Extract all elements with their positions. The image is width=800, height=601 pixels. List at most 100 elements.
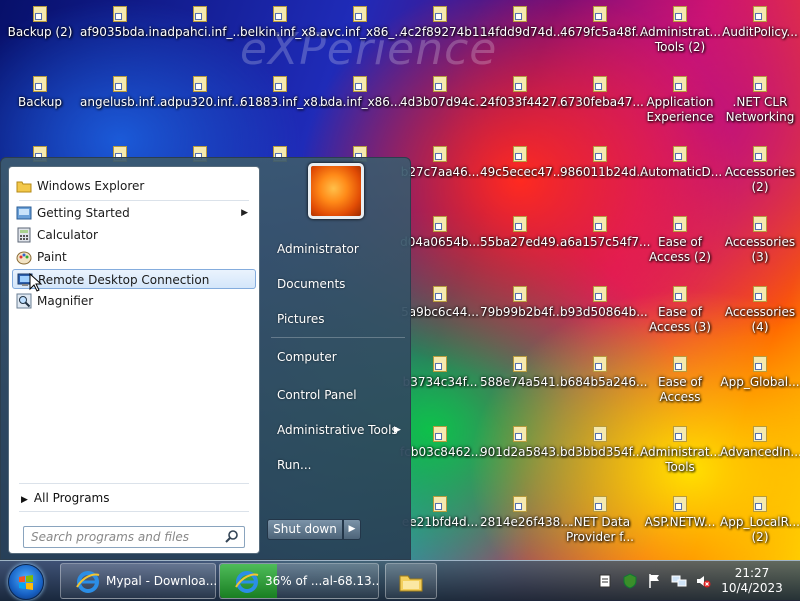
action-center-icon[interactable] (597, 573, 613, 589)
ie-icon (235, 571, 259, 593)
desktop-shortcut[interactable]: 49c5ecec47... (480, 146, 564, 180)
desktop-shortcut[interactable]: 986011b24d... (560, 146, 648, 180)
all-programs-button[interactable]: ▶ All Programs (21, 491, 110, 505)
desktop-shortcut[interactable]: 61883.inf_x8... (240, 76, 329, 110)
desktop-shortcut[interactable]: b93d50864b... (560, 286, 648, 320)
desktop-shortcut[interactable]: .NET Data Provider f... (560, 496, 640, 545)
program-calculator[interactable]: Calculator (12, 225, 256, 245)
shortcut-icon (33, 76, 47, 92)
shortcut-icon (433, 426, 447, 442)
desktop-shortcut[interactable]: 2814e26f438... (480, 496, 572, 530)
ie-icon (76, 571, 100, 593)
user-avatar[interactable] (308, 163, 364, 219)
desktop-shortcut[interactable]: b27c7aa46... (400, 146, 480, 180)
desktop-shortcut[interactable]: adpu320.inf... (160, 76, 243, 110)
shortcut-icon (753, 496, 767, 512)
link-computer[interactable]: Computer (277, 350, 337, 364)
program-windows-explorer[interactable]: Windows Explorer (12, 176, 256, 196)
security-icon[interactable] (622, 573, 638, 589)
desktop-shortcut[interactable]: Administrat... Tools (640, 426, 721, 475)
desktop-shortcut[interactable]: bd3bbd354f... (560, 426, 643, 460)
desktop-shortcut[interactable]: Administrat... Tools (2) (640, 6, 721, 55)
desktop-shortcut[interactable]: Ease of Access (640, 356, 720, 405)
desktop-shortcut[interactable]: AdvancedIn... (720, 426, 800, 460)
program-paint[interactable]: Paint (12, 247, 256, 267)
taskbar-button-mypal[interactable]: Mypal - Downloa... (60, 563, 217, 599)
system-clock[interactable]: 21:27 10/4/2023 (716, 566, 788, 596)
desktop-shortcut[interactable]: 79b99b2b4f... (480, 286, 563, 320)
shortcut-icon (273, 6, 287, 22)
start-button[interactable] (8, 564, 44, 600)
program-remote-desktop-connection[interactable]: Remote Desktop Connection (12, 269, 256, 289)
shortcut-icon (593, 76, 607, 92)
desktop-shortcut[interactable]: belkin.inf_x8... (240, 6, 327, 40)
desktop-shortcut[interactable]: 4c2f89274b1... (400, 6, 491, 40)
desktop-shortcut[interactable]: Ease of Access (3) (640, 286, 720, 335)
divider (19, 483, 249, 484)
shortcut-label: b684b5a246... (560, 375, 648, 389)
link-administrative-tools[interactable]: Administrative Tools (277, 423, 398, 437)
link-run[interactable]: Run... (277, 458, 311, 472)
program-magnifier[interactable]: Magnifier (12, 291, 256, 311)
desktop-shortcut[interactable]: 4679fc5a48f... (560, 6, 646, 40)
desktop-shortcut[interactable]: 5a9bc6c44... (400, 286, 480, 320)
shortcut-icon (753, 6, 767, 22)
desktop-shortcut[interactable]: Accessories (4) (720, 286, 800, 335)
shortcut-label: 588e74a541... (480, 375, 568, 389)
desktop-shortcut[interactable]: ee21bfd4d... (400, 496, 480, 530)
desktop-shortcut[interactable]: ASP.NETW... (640, 496, 720, 530)
desktop-shortcut[interactable]: Backup (0, 76, 80, 110)
desktop-shortcut[interactable]: Ease of Access (2) (640, 216, 720, 265)
desktop-shortcut[interactable]: App_Global... (720, 356, 800, 390)
shutdown-options-button[interactable]: ▶ (343, 519, 361, 540)
desktop-shortcut[interactable]: AuditPolicy... (720, 6, 800, 40)
desktop-shortcut[interactable]: angelusb.inf... (80, 76, 165, 110)
windows-logo-icon (19, 575, 33, 590)
shortcut-icon (513, 146, 527, 162)
desktop-shortcut[interactable]: AutomaticD... (640, 146, 722, 180)
taskbar-button-download[interactable]: 36% of ...al-68.13.... (219, 563, 379, 599)
desktop-shortcut[interactable]: Accessories (3) (720, 216, 800, 265)
link-documents[interactable]: Documents (277, 277, 345, 291)
desktop-shortcut[interactable]: Backup (2) (0, 6, 80, 40)
desktop-shortcut[interactable]: Application Experience (640, 76, 720, 125)
start-menu-programs-pane: Windows Explorer Getting Started ▶ Calcu… (8, 166, 260, 554)
submenu-arrow-icon: ▶ (241, 208, 248, 218)
search-icon[interactable] (224, 529, 240, 545)
desktop-shortcut[interactable]: Accessories (2) (720, 146, 800, 195)
shortcut-icon (673, 426, 687, 442)
shutdown-button[interactable]: Shut down (267, 519, 343, 540)
shortcut-icon (513, 286, 527, 302)
shortcut-label: 6730feba47... (560, 95, 644, 109)
taskbar-button-explorer[interactable] (385, 563, 437, 599)
network-icon[interactable] (671, 573, 687, 589)
search-programs-input[interactable]: Search programs and files (23, 526, 245, 548)
program-getting-started[interactable]: Getting Started ▶ (12, 203, 256, 223)
desktop-shortcut[interactable]: 24f033f4427... (480, 76, 569, 110)
shortcut-label: .NET Data Provider f... (565, 515, 634, 544)
desktop-shortcut[interactable]: bda.inf_x86... (320, 76, 401, 110)
desktop-shortcut[interactable]: 588e74a541... (480, 356, 568, 390)
shortcut-label: angelusb.inf... (80, 95, 165, 109)
flag-icon[interactable] (647, 573, 663, 589)
desktop-shortcut[interactable]: fcb03c8462... (400, 426, 482, 460)
desktop-shortcut[interactable]: b3734c34f... (400, 356, 480, 390)
link-pictures[interactable]: Pictures (277, 312, 325, 326)
desktop-shortcut[interactable]: adpahci.inf_... (160, 6, 244, 40)
link-control-panel[interactable]: Control Panel (277, 388, 357, 402)
desktop-shortcut[interactable]: 901d2a5843... (480, 426, 568, 460)
desktop-shortcut[interactable]: b684b5a246... (560, 356, 648, 390)
desktop-shortcut[interactable]: 55ba27ed49... (480, 216, 567, 250)
shortcut-label: .NET CLR Networking (725, 95, 795, 124)
desktop-shortcut[interactable]: d04a0654b... (400, 216, 480, 250)
desktop-shortcut[interactable]: 14fdd9d74d... (480, 6, 564, 40)
desktop-shortcut[interactable]: 4d3b07d94c... (400, 76, 487, 110)
desktop-shortcut[interactable]: 6730feba47... (560, 76, 644, 110)
desktop-shortcut[interactable]: .NET CLR Networking (720, 76, 800, 125)
volume-muted-icon[interactable] (695, 573, 711, 589)
desktop-shortcut[interactable]: App_LocalR... (2) (720, 496, 800, 545)
desktop-shortcut[interactable]: a6a157c54f7... (560, 216, 650, 250)
desktop-shortcut[interactable]: af9035bda.in... (80, 6, 171, 40)
link-administrator[interactable]: Administrator (277, 242, 359, 256)
desktop-shortcut[interactable]: avc.inf_x86_... (320, 6, 406, 40)
